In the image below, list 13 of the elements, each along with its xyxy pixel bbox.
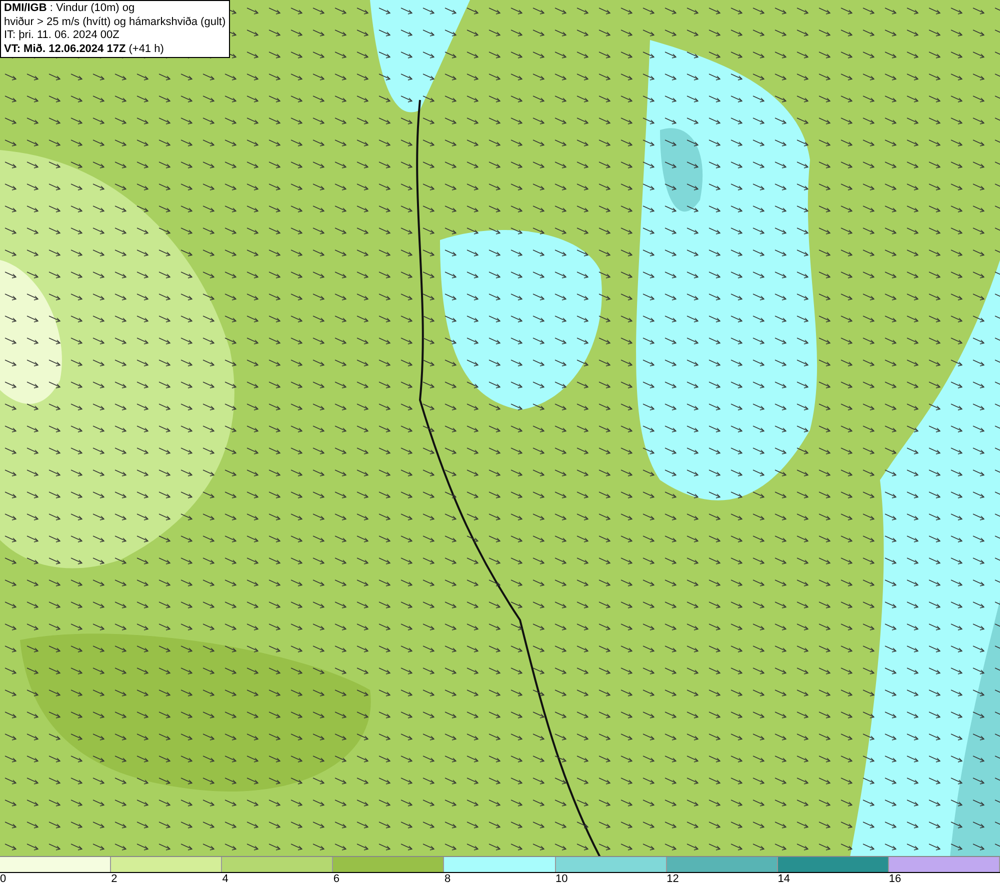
info-text: IT: þri. 11. 06. 2024 00Z: [4, 29, 120, 42]
legend-tick-label: 12: [666, 873, 679, 887]
legend-tick-label: 16: [888, 873, 902, 887]
info-text: DMI/IGB : Vindur (10m) og: [4, 2, 136, 16]
legend-tick-label: 4: [222, 873, 228, 887]
legend-tick-label: 10: [556, 873, 568, 887]
legend-tick-label: 6: [333, 873, 340, 887]
legend-tick-label: 14: [778, 873, 790, 887]
info-text: hviður > 25 m/s (hvítt) og hámarkshviða (gult): [4, 16, 226, 29]
info-text: VT: Mið. 12.06.2024 17Z (+41 h): [4, 42, 165, 56]
legend-tick-label: 0: [0, 873, 6, 887]
legend-tick-label: 2: [111, 873, 118, 887]
legend-tick-label: 8: [444, 873, 451, 887]
